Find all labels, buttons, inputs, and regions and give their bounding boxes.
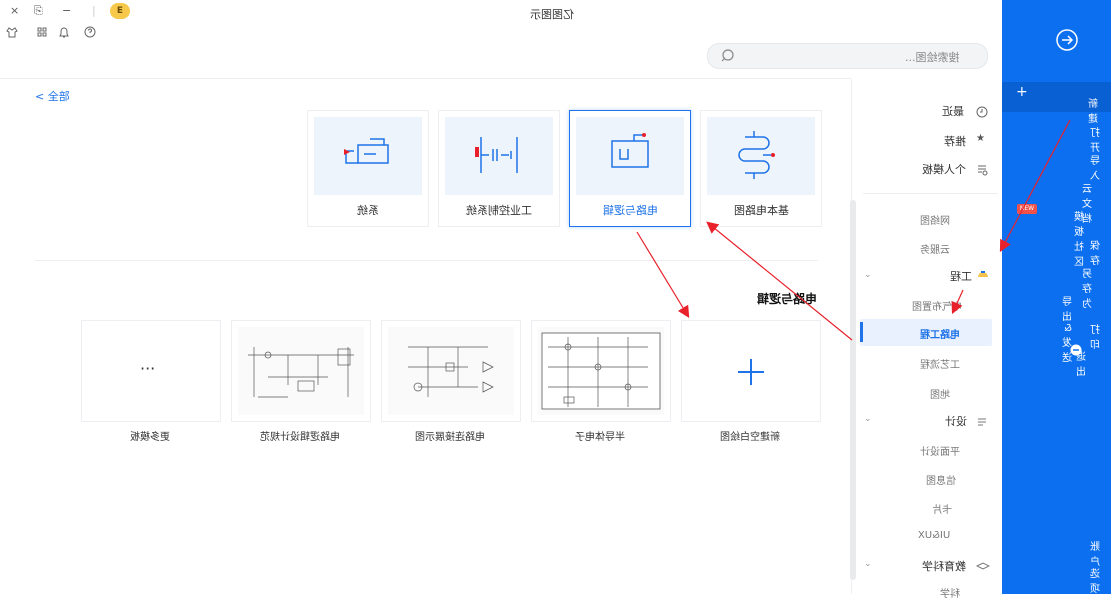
arrow-to-new [999, 119, 1071, 253]
arrow-to-blank-template [636, 231, 690, 319]
arrow-to-circuit-logic [706, 221, 853, 341]
annotation-arrows [636, 119, 1071, 341]
arrow-to-circuit-engineering [951, 289, 964, 315]
